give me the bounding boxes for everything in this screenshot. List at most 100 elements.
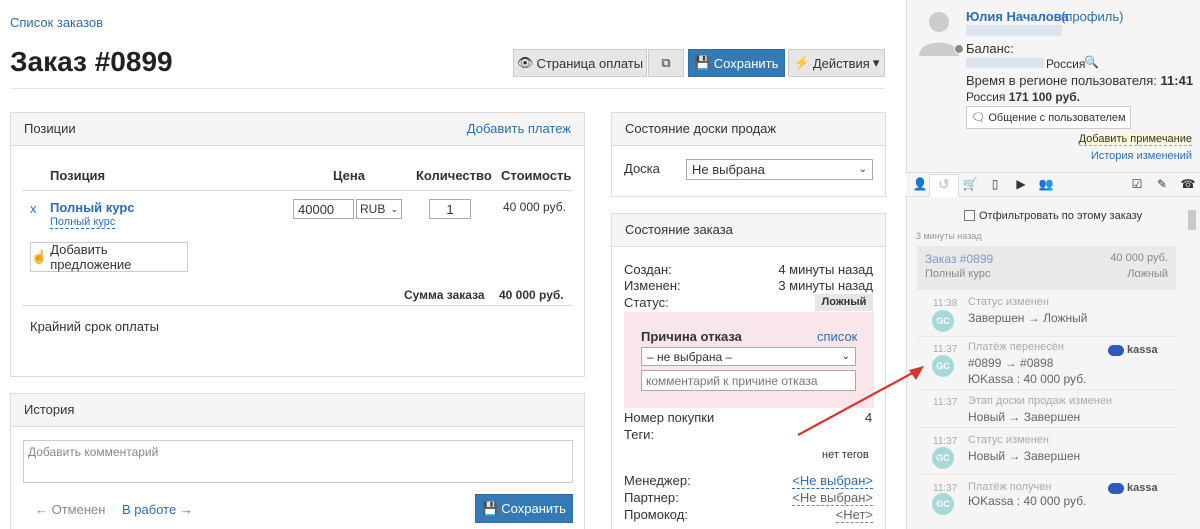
add-offer-button[interactable]: ☝ Добавить предложение: [30, 242, 188, 272]
feed-item-line: #0899 → #0898: [968, 356, 1054, 370]
next-status-link[interactable]: В работе →: [122, 502, 193, 517]
tab-phone-icon[interactable]: ☎: [1180, 176, 1196, 192]
hand-pointer-icon: ☝: [31, 249, 48, 264]
feed-item-title: Статус изменен: [968, 434, 1049, 446]
chevron-down-icon: ⌄: [858, 164, 867, 175]
order-state-header: Состояние заказа: [612, 214, 885, 247]
history-header: История: [11, 394, 584, 427]
change-history-link[interactable]: История изменений: [1091, 150, 1192, 162]
user-name-link[interactable]: Юлия Началова: [966, 9, 1069, 24]
price-input[interactable]: 40000: [293, 199, 354, 219]
divider: [22, 190, 573, 191]
quantity-input[interactable]: 1: [429, 199, 471, 219]
lightning-icon: ⚡: [793, 55, 810, 70]
reason-list-link[interactable]: список: [817, 329, 857, 344]
created-label: Создан:: [624, 262, 672, 277]
actions-dropdown[interactable]: ⚡ Действия ▾: [788, 49, 885, 77]
changed-label: Изменен:: [624, 278, 681, 293]
floppy-icon: 💾: [482, 500, 499, 516]
filter-label: Отфильтровать по этому заказу: [979, 210, 1143, 222]
order-sum-label: Сумма заказа: [404, 288, 485, 302]
currency-select[interactable]: RUB ⌄: [356, 199, 402, 219]
comment-textarea[interactable]: Добавить комментарий: [23, 440, 573, 483]
prev-status-link[interactable]: ← Отменен: [35, 502, 105, 517]
tab-pencil-icon[interactable]: ✎: [1154, 176, 1170, 192]
status-badge[interactable]: Ложный: [815, 294, 873, 311]
tab-group-icon[interactable]: 👥: [1038, 176, 1054, 192]
tab-cart-icon[interactable]: 🛒: [962, 176, 978, 192]
feed-time-ago: 3 минуты назад: [916, 231, 982, 241]
add-note-link[interactable]: Добавить примечание: [1078, 133, 1192, 146]
divider: [917, 474, 1176, 475]
feed-item-line: ЮKassa : 40 000 руб.: [968, 372, 1087, 386]
hidden-email: [966, 25, 1062, 36]
position-offer-link[interactable]: Полный курс: [50, 216, 116, 229]
feed-order-sum: 40 000 руб.: [1110, 252, 1168, 264]
col-position: Позиция: [50, 168, 106, 183]
feed-item-line: Новый → Завершен: [968, 449, 1081, 463]
save-comment-button[interactable]: 💾 Сохранить: [475, 494, 573, 523]
feed-item-title: Платёж перенесён: [968, 341, 1064, 353]
page-title: Заказ #0899: [10, 46, 173, 77]
eye-icon: 👁: [516, 55, 534, 70]
payment-page-button[interactable]: 👁 Страница оплаты: [513, 49, 647, 77]
tags-label: Теги:: [624, 427, 655, 442]
tab-video-icon[interactable]: ▶: [1013, 176, 1029, 192]
user-profile-link[interactable]: (профиль): [1061, 9, 1123, 24]
user-summary: Россия 171 100 руб.: [966, 90, 1081, 104]
divider: [10, 88, 885, 89]
caret-down-icon: ▾: [872, 55, 880, 70]
positions-title: Позиции: [24, 121, 76, 136]
feed-item-time: 11:37: [933, 436, 958, 447]
user-country: Россия: [1046, 57, 1086, 71]
feed-item-line: Завершен → Ложный: [968, 311, 1088, 325]
region-time: Время в регионе пользователя: 11:41: [966, 73, 1194, 88]
scrollbar-thumb[interactable]: [1188, 210, 1196, 230]
board-header: Состояние доски продаж: [612, 113, 885, 146]
annotation-arrow-icon: [797, 366, 924, 436]
filter-checkbox[interactable]: [964, 210, 975, 221]
search-icon[interactable]: 🔍: [1084, 55, 1099, 69]
position-name-link[interactable]: Полный курс: [50, 200, 135, 215]
divider: [917, 389, 1176, 390]
feed-order-status: Ложный: [1127, 268, 1168, 280]
tab-user-icon[interactable]: 👤: [912, 176, 928, 192]
copy-button[interactable]: ⧉: [648, 49, 684, 77]
add-payment-link[interactable]: Добавить платеж: [467, 113, 571, 145]
copy-icon: ⧉: [661, 55, 671, 70]
board-label: Доска: [624, 161, 660, 176]
order-sum-value: 40 000 руб.: [499, 288, 564, 302]
divider: [22, 305, 573, 306]
feed-item-avatar: GC: [932, 310, 954, 332]
divider: [917, 427, 1176, 428]
feed-item-time: 11:38: [933, 298, 958, 309]
chat-with-user-button[interactable]: 🗨 Общение с пользователем: [966, 106, 1131, 129]
col-cost: Стоимость: [501, 168, 572, 183]
refuse-reason-title: Причина отказа: [641, 329, 742, 344]
tab-history-icon[interactable]: ↺: [936, 176, 952, 192]
tab-mobile-icon[interactable]: ▯: [987, 176, 1003, 192]
feed-item-time: 11:37: [933, 344, 958, 355]
board-select[interactable]: Не выбрана ⌄: [686, 159, 873, 180]
feed-item-line: ЮKassa : 40 000 руб.: [968, 494, 1087, 508]
remove-position-link[interactable]: x: [30, 201, 37, 216]
payment-deadline-label: Крайний срок оплаты: [30, 319, 159, 334]
partner-label: Партнер:: [624, 490, 679, 505]
balance-label: Баланс:: [966, 41, 1014, 56]
feed-item-title: Платёж получен: [968, 481, 1052, 493]
changed-value: 3 минуты назад: [778, 278, 873, 293]
feed-order-link[interactable]: Заказ #0899: [925, 252, 993, 266]
tab-checkbox-icon[interactable]: ☑: [1129, 176, 1145, 192]
feed-item-title: Статус изменен: [968, 296, 1049, 308]
promo-select-link[interactable]: <Нет>: [835, 507, 873, 523]
yookassa-logo: kassa: [1108, 344, 1158, 356]
manager-select-link[interactable]: <Не выбран>: [792, 473, 873, 489]
purchase-number-label: Номер покупки: [624, 410, 715, 425]
breadcrumb-orders-link[interactable]: Список заказов: [10, 15, 103, 30]
status-label: Статус:: [624, 295, 669, 310]
feed-order-product: Полный курс: [925, 268, 991, 280]
chevron-down-icon: ⌄: [390, 203, 398, 214]
partner-select-link[interactable]: <Не выбран>: [792, 490, 873, 506]
save-order-button[interactable]: 💾 Сохранить: [688, 49, 785, 77]
feed-item-avatar: GC: [932, 493, 954, 515]
